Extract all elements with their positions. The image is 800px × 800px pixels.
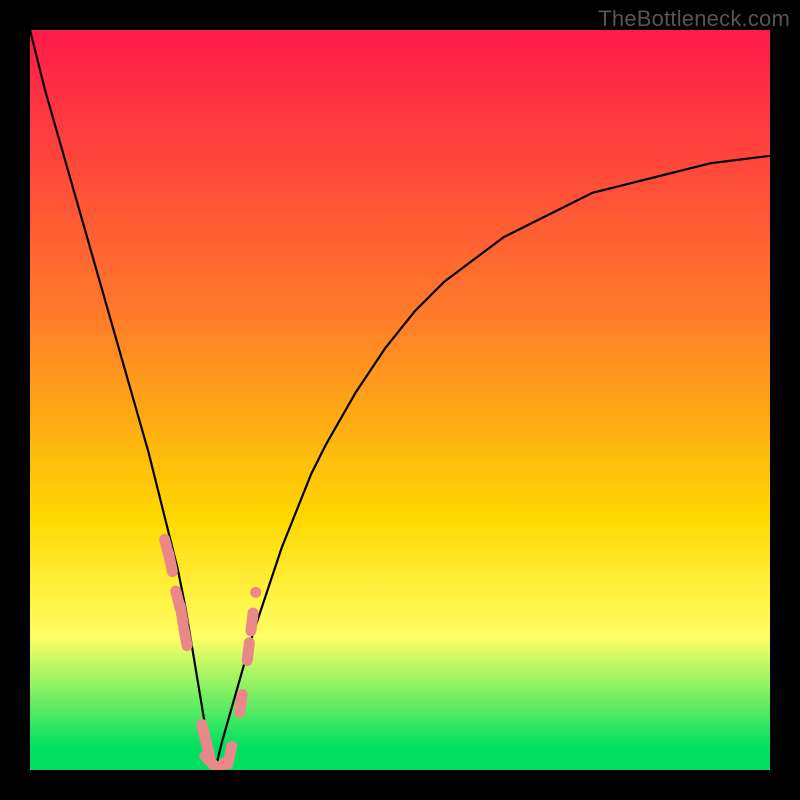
watermark-text: TheBottleneck.com [598,6,790,32]
chart-frame: TheBottleneck.com [0,0,800,800]
marker-segment [228,746,232,764]
marker-segment [240,695,243,713]
marker-segment [184,628,187,646]
bottleneck-curve [30,30,770,770]
marker-segment [247,643,249,661]
marker-segment [251,613,253,631]
marker-segment [180,606,183,624]
marker-segment [169,554,173,572]
curve-path [30,30,770,770]
plot-area [30,30,770,770]
